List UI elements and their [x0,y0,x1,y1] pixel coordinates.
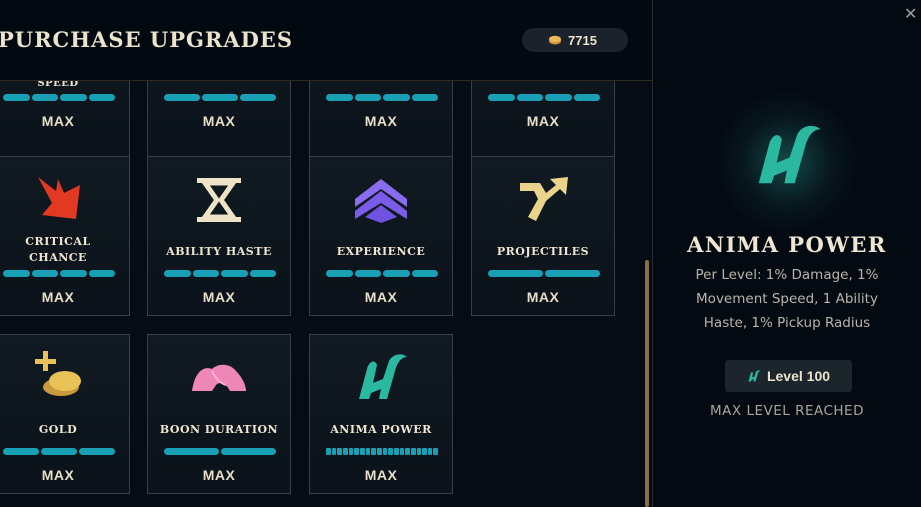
upgrade-name: GOLD [38,423,78,436]
split-arrow-icon [520,177,568,221]
anima-bunny-icon [748,370,761,382]
level-bar [326,94,438,101]
level-bar-dense [326,448,439,455]
currency-value: 7715 [568,32,597,48]
upgrade-status: MAX [364,467,398,483]
close-icon[interactable]: ✕ [904,4,917,23]
level-bar [164,94,276,101]
detail-description: Per Level: 1% Damage, 1% Movement Speed,… [695,267,879,331]
level-bar [3,94,115,101]
level-bar [326,270,438,277]
upgrade-name: ABILITY HASTE [166,245,272,258]
hourglass-icon [197,178,241,222]
upgrade-card-ability-haste[interactable]: ABILITY HASTE MAX [147,156,291,316]
upgrade-status: MAX [41,113,75,129]
level-bar [488,270,600,277]
upgrade-status: MAX [364,113,398,129]
level-label: Level 100 [766,368,831,384]
upgrade-card-critical-chance[interactable]: CRITICAL CHANCE MAX [0,156,130,316]
level-bar [164,270,276,277]
upgrades-panel: PURCHASE UPGRADES 7715 SPEED MAX MAX MAX… [0,0,652,507]
level-badge: Level 100 [725,360,852,392]
upgrade-card-top-2[interactable]: MAX [147,81,291,162]
upgrade-name-line2: CHANCE [29,251,87,264]
upgrade-status: MAX [202,467,236,483]
upgrade-card-gold[interactable]: GOLD MAX [0,334,130,494]
pink-boon-icon [192,364,246,391]
upgrade-name-line1: CRITICAL [25,235,91,248]
upgrade-status: MAX [202,113,236,129]
plus-gold-icon [35,351,81,396]
max-level-status: MAX LEVEL REACHED [710,403,864,419]
anima-coin-icon [549,35,561,45]
page-title: PURCHASE UPGRADES [0,27,294,52]
anima-bunny-icon [758,125,821,184]
upgrade-status: MAX [202,289,236,305]
upgrade-name: PROJECTILES [496,245,590,258]
upgrade-card-anima-power[interactable]: ANIMA POWER MAX [309,334,453,494]
level-bar [488,94,600,101]
upgrade-card-experience[interactable]: EXPERIENCE MAX [309,156,453,316]
upgrade-card-speed[interactable]: SPEED MAX [0,81,130,162]
upgrade-status: MAX [526,113,560,129]
currency-display: 7715 [522,28,628,52]
upgrade-name: SPEED [37,81,79,89]
upgrade-name: ANIMA POWER [330,423,432,436]
detail-title: ANIMA POWER [687,232,887,257]
upgrade-card-projectiles[interactable]: PROJECTILES MAX [471,156,615,316]
upgrade-status: MAX [41,289,75,305]
upgrade-card-top-3[interactable]: MAX [309,81,453,162]
upgrade-name: BOON DURATION [159,423,279,436]
detail-panel: ✕ ANIMA POWER Per Level: 1% Damage, 1% M… [653,0,921,507]
upgrade-card-boon-duration[interactable]: BOON DURATION MAX [147,334,291,494]
level-bar [3,270,115,277]
upgrade-status: MAX [526,289,560,305]
panel-header: PURCHASE UPGRADES 7715 [0,0,652,81]
anima-bunny-icon [359,354,407,399]
upgrade-name: EXPERIENCE [336,245,426,258]
upgrade-status: MAX [41,467,75,483]
upgrade-status: MAX [364,289,398,305]
upgrade-grid: SPEED MAX MAX MAX MAX CRITICAL CHANCE MA… [0,81,645,507]
level-bar [3,448,115,455]
level-bar [164,448,276,455]
grid-scrollbar[interactable] [645,260,649,507]
upgrade-card-top-4[interactable]: MAX [471,81,615,162]
crit-burst-icon [38,177,80,219]
chevron-up-icon [355,179,407,223]
